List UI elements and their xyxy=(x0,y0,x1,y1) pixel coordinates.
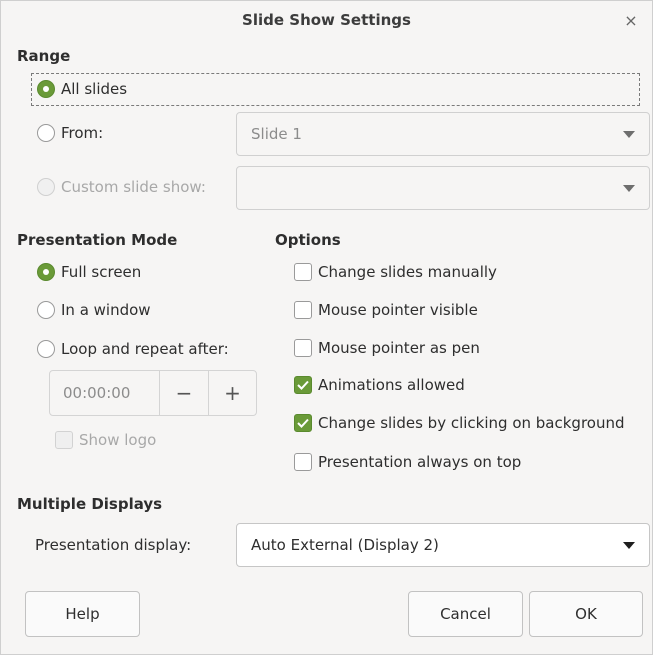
radio-custom-label: Custom slide show: xyxy=(61,178,206,196)
checkbox-disabled-icon xyxy=(55,431,73,449)
presentation-display-value: Auto External (Display 2) xyxy=(251,536,439,554)
increment-button[interactable]: + xyxy=(208,371,256,415)
range-heading: Range xyxy=(17,47,71,65)
radio-loop-repeat[interactable]: Loop and repeat after: xyxy=(37,337,229,361)
radio-custom-slide-show[interactable]: Custom slide show: xyxy=(37,175,206,199)
option-label: Animations allowed xyxy=(318,376,465,394)
show-logo-checkbox[interactable]: Show logo xyxy=(55,428,156,452)
slide-show-settings-dialog: Slide Show Settings × Range All slides F… xyxy=(0,0,653,655)
option-checkbox[interactable]: Presentation always on top xyxy=(294,450,521,474)
presentation-display-label: Presentation display: xyxy=(35,536,192,554)
radio-disabled-icon xyxy=(37,178,55,196)
chevron-down-icon xyxy=(623,131,635,138)
presentation-mode-heading: Presentation Mode xyxy=(17,231,178,249)
multiple-displays-heading: Multiple Displays xyxy=(17,495,163,513)
option-label: Change slides manually xyxy=(318,263,497,281)
radio-in-window[interactable]: In a window xyxy=(37,298,151,322)
radio-in-window-label: In a window xyxy=(61,301,151,319)
radio-from[interactable]: From: xyxy=(37,121,103,145)
radio-unselected-icon xyxy=(37,301,55,319)
radio-full-screen-label: Full screen xyxy=(61,263,142,281)
from-slide-select[interactable]: Slide 1 xyxy=(236,112,650,156)
radio-from-label: From: xyxy=(61,124,104,142)
loop-time-input[interactable]: 00:00:00 xyxy=(50,371,160,415)
checkbox-icon xyxy=(294,301,312,319)
option-checkbox[interactable]: Change slides manually xyxy=(294,260,497,284)
title-bar: Slide Show Settings × xyxy=(1,1,652,39)
ok-button[interactable]: OK xyxy=(529,591,643,637)
checkmark-icon xyxy=(294,414,312,432)
chevron-down-icon xyxy=(623,542,635,549)
cancel-button[interactable]: Cancel xyxy=(408,591,523,637)
option-checkbox[interactable]: Mouse pointer visible xyxy=(294,298,478,322)
option-checkbox[interactable]: Mouse pointer as pen xyxy=(294,336,480,360)
close-icon[interactable]: × xyxy=(622,11,640,30)
option-label: Change slides by clicking on background xyxy=(318,414,625,432)
option-label: Mouse pointer as pen xyxy=(318,339,480,357)
loop-time-spinner: 00:00:00 − + xyxy=(49,370,257,416)
option-label: Presentation always on top xyxy=(318,453,522,471)
radio-unselected-icon xyxy=(37,340,55,358)
radio-selected-icon xyxy=(37,80,55,98)
dialog-title: Slide Show Settings xyxy=(242,11,411,29)
radio-all-slides[interactable]: All slides xyxy=(37,77,127,101)
option-label: Mouse pointer visible xyxy=(318,301,478,319)
checkmark-icon xyxy=(294,376,312,394)
presentation-display-select[interactable]: Auto External (Display 2) xyxy=(236,523,650,567)
option-checkbox[interactable]: Change slides by clicking on background xyxy=(294,411,625,435)
custom-slide-show-select[interactable] xyxy=(236,166,650,210)
checkbox-icon xyxy=(294,453,312,471)
show-logo-label: Show logo xyxy=(79,431,157,449)
radio-full-screen[interactable]: Full screen xyxy=(37,260,141,284)
radio-all-slides-label: All slides xyxy=(61,80,128,98)
radio-loop-label: Loop and repeat after: xyxy=(61,340,229,358)
decrement-button[interactable]: − xyxy=(160,371,208,415)
option-checkbox[interactable]: Animations allowed xyxy=(294,373,465,397)
help-button[interactable]: Help xyxy=(25,591,140,637)
options-heading: Options xyxy=(275,231,341,249)
checkbox-icon xyxy=(294,339,312,357)
chevron-down-icon xyxy=(623,185,635,192)
radio-unselected-icon xyxy=(37,124,55,142)
from-slide-value: Slide 1 xyxy=(251,125,302,143)
checkbox-icon xyxy=(294,263,312,281)
radio-selected-icon xyxy=(37,263,55,281)
